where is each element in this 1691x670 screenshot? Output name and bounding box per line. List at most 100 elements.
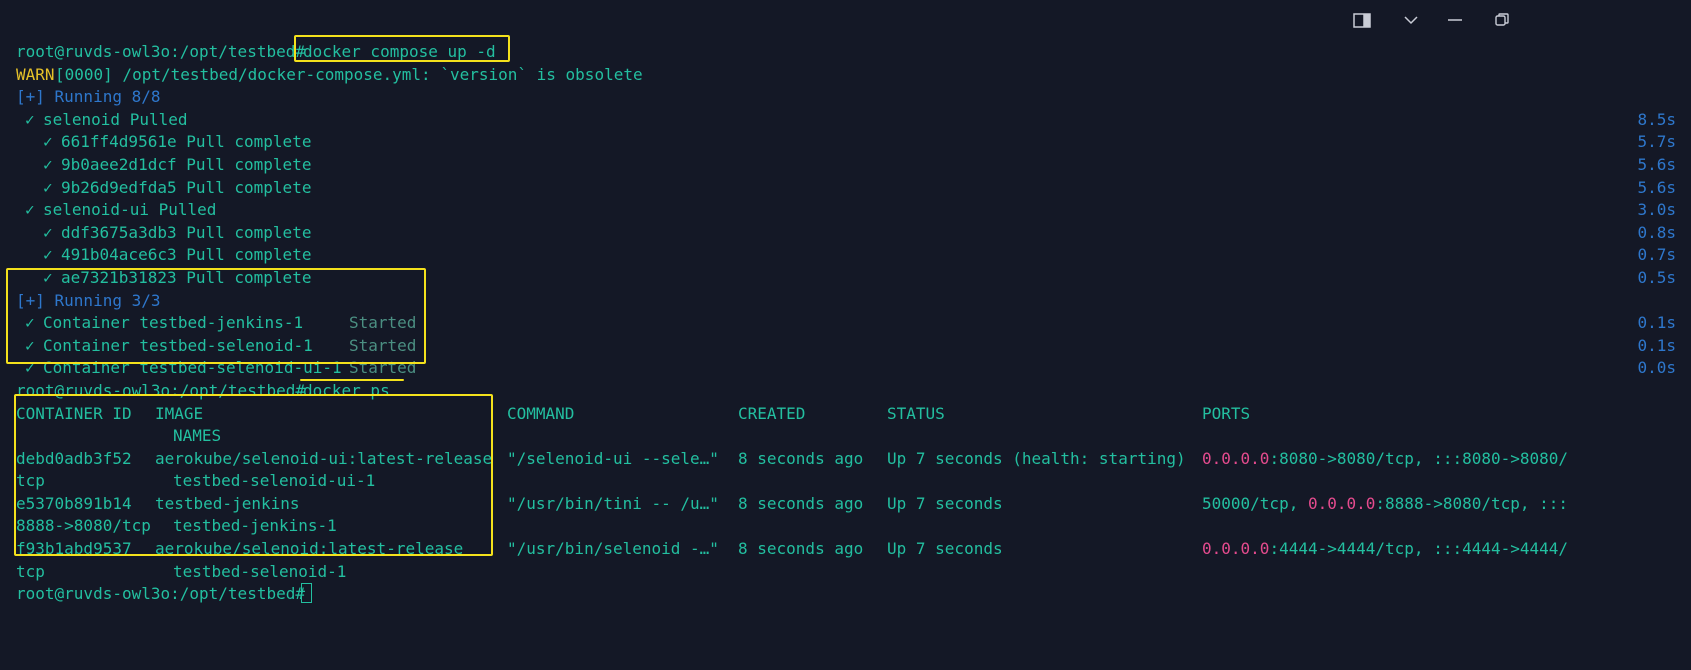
check-icon: ✓	[43, 177, 53, 197]
check-icon: ✓	[25, 358, 35, 378]
container-name: Container testbed-jenkins-1	[43, 313, 304, 333]
check-icon: ✓	[25, 313, 35, 333]
minimize-button[interactable]	[1432, 6, 1478, 34]
check-icon: ✓	[43, 132, 53, 152]
pull-line: ✓ ae7321b31823 Pull complete 0.5s	[16, 267, 1676, 290]
table-row-wrap: tcp testbed-selenoid-1	[16, 561, 1676, 584]
table-row: debd0adb3f52 aerokube/selenoid-ui:latest…	[16, 448, 1676, 471]
table-row-wrap: tcp testbed-selenoid-ui-1	[16, 470, 1676, 493]
container-line: ✓ Container testbed-selenoid-ui-1 Starte…	[16, 357, 1676, 380]
duration: 0.5s	[1637, 267, 1676, 287]
restore-icon	[1495, 13, 1509, 26]
table-row: e5370b891b14 testbed-jenkins "/usr/bin/t…	[16, 493, 1676, 516]
pull-text: 9b0aee2d1dcf Pull complete	[61, 154, 312, 174]
pull-line: ✓ selenoid Pulled 8.5s	[16, 109, 1676, 132]
container-name: Container testbed-selenoid-ui-1	[43, 358, 342, 378]
names-cell: testbed-selenoid-ui-1	[173, 471, 376, 491]
terminal-output[interactable]: root@ruvds-owl3o:/opt/testbed# docker co…	[16, 41, 1676, 606]
port-mapping: :8888->8080/tcp, :::	[1375, 493, 1569, 513]
container-line: ✓ Container testbed-selenoid-1 Started 0…	[16, 335, 1676, 358]
pull-line: ✓ ddf3675a3db3 Pull complete 0.8s	[16, 222, 1676, 245]
image-name: testbed-jenkins	[155, 493, 300, 513]
status-cell: Up 7 seconds	[887, 539, 1003, 559]
header-created: CREATED	[738, 403, 806, 423]
running-status-line: [+] Running 8/8	[16, 86, 1676, 109]
header-names: NAMES	[173, 426, 222, 446]
text-cursor[interactable]	[301, 583, 312, 607]
check-icon: ✓	[43, 245, 53, 265]
status-cell: Up 7 seconds	[887, 493, 1003, 513]
pull-text: 9b26d9edfda5 Pull complete	[61, 177, 312, 197]
ports-cell: 0.0.0.0:8080->8080/tcp, :::8080->8080/	[1202, 448, 1568, 471]
table-row: f93b1abd9537 aerokube/selenoid:latest-re…	[16, 538, 1676, 561]
check-icon: ✓	[43, 267, 53, 287]
port-mapping: :8080->8080/tcp, :::8080->8080/	[1269, 448, 1569, 468]
ps-header-line: NAMES	[16, 425, 1676, 448]
pull-line: ✓ 9b0aee2d1dcf Pull complete 5.6s	[16, 154, 1676, 177]
header-container-id: CONTAINER ID	[16, 403, 132, 423]
ports-wrap: 8888->8080/tcp	[16, 516, 151, 536]
prompt-line: root@ruvds-owl3o:/opt/testbed# docker ps	[16, 380, 1676, 403]
status-cell: Up 7 seconds (health: starting)	[887, 448, 1186, 468]
duration: 0.1s	[1637, 335, 1676, 355]
check-icon: ✓	[25, 109, 35, 129]
shell-prompt: root@ruvds-owl3o:/opt/testbed#	[16, 42, 305, 61]
prompt-line: root@ruvds-owl3o:/opt/testbed#	[16, 583, 1676, 606]
image-name: aerokube/selenoid-ui:latest-release	[155, 448, 493, 468]
chevron-down-icon	[1404, 15, 1418, 24]
pull-text: ae7321b31823 Pull complete	[61, 267, 312, 287]
warning-line: WARN [0000] /opt/testbed/docker-compose.…	[16, 64, 1676, 87]
check-icon: ✓	[43, 222, 53, 242]
created-cell: 8 seconds ago	[738, 448, 864, 468]
container-name: Container testbed-selenoid-1	[43, 335, 313, 355]
duration: 5.7s	[1637, 132, 1676, 152]
title-bar	[0, 0, 1691, 38]
duration: 0.0s	[1637, 358, 1676, 378]
toggle-sidebar-button[interactable]	[1339, 6, 1385, 34]
shell-prompt: root@ruvds-owl3o:/opt/testbed#	[16, 584, 305, 604]
ports-cell: 50000/tcp, 0.0.0.0:8888->8080/tcp, :::	[1202, 493, 1568, 516]
created-cell: 8 seconds ago	[738, 539, 864, 559]
shell-prompt: root@ruvds-owl3o:/opt/testbed#	[16, 380, 305, 400]
duration: 0.7s	[1637, 245, 1676, 265]
ports-wrap: tcp	[16, 471, 45, 491]
restore-button[interactable]	[1479, 6, 1525, 34]
warn-prefix: WARN	[16, 64, 55, 84]
table-row-wrap: 8888->8080/tcp testbed-jenkins-1	[16, 515, 1676, 538]
pull-line: ✓ selenoid-ui Pulled 3.0s	[16, 199, 1676, 222]
ip-address: 0.0.0.0	[1202, 448, 1270, 468]
command-cell: "/selenoid-ui --sele…"	[507, 448, 719, 468]
pull-text: ddf3675a3db3 Pull complete	[61, 222, 312, 242]
port-mapping: 50000/tcp,	[1202, 493, 1308, 513]
container-status: Started	[349, 358, 417, 378]
dropdown-button[interactable]	[1388, 6, 1434, 34]
header-image: IMAGE	[155, 403, 204, 423]
running-label: [+] Running 8/8	[16, 87, 161, 107]
command-text: docker ps	[303, 380, 390, 400]
pull-text: selenoid Pulled	[43, 109, 188, 129]
underline-docker-ps	[300, 379, 404, 381]
header-command: COMMAND	[507, 403, 575, 423]
ports-wrap: tcp	[16, 561, 45, 581]
names-cell: testbed-selenoid-1	[173, 561, 347, 581]
header-ports: PORTS	[1202, 403, 1251, 423]
command-cell: "/usr/bin/tini -- /u…"	[507, 493, 719, 513]
pull-line: ✓ 9b26d9edfda5 Pull complete 5.6s	[16, 177, 1676, 200]
duration: 8.5s	[1637, 109, 1676, 129]
warning-text: [0000] /opt/testbed/docker-compose.yml: …	[55, 64, 643, 84]
duration: 5.6s	[1637, 177, 1676, 197]
container-id: debd0adb3f52	[16, 448, 132, 468]
names-cell: testbed-jenkins-1	[173, 516, 337, 536]
check-icon: ✓	[25, 335, 35, 355]
check-icon: ✓	[43, 154, 53, 174]
minimize-icon	[1448, 19, 1462, 21]
ports-cell: 0.0.0.0:4444->4444/tcp, :::4444->4444/	[1202, 538, 1568, 561]
check-icon: ✓	[25, 200, 35, 220]
ip-address: 0.0.0.0	[1307, 493, 1376, 513]
command-cell: "/usr/bin/selenoid -…"	[507, 539, 719, 559]
command-text: docker compose up -d	[303, 42, 496, 61]
container-status: Started	[349, 335, 417, 355]
created-cell: 8 seconds ago	[738, 493, 864, 513]
pull-text: 661ff4d9561e Pull complete	[61, 132, 312, 152]
duration: 0.1s	[1637, 313, 1676, 333]
